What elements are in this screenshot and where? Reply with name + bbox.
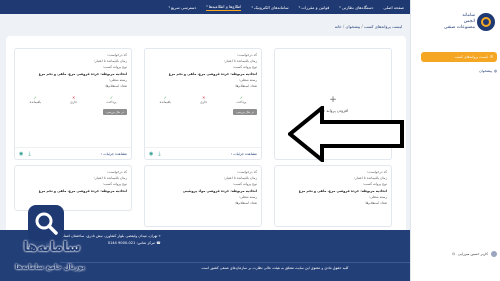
status-button[interactable]: در حال بررسی: [103, 109, 127, 116]
card-actions: ◉ ⤓: [19, 151, 31, 157]
sidebar-item-label: پیشخوان: [479, 69, 492, 73]
eye-icon[interactable]: ◉: [19, 151, 23, 157]
status-remaining: ✓ باقیمانده: [160, 95, 171, 107]
app-frame: ▾ دسترسی سریع ▾ اطلاع‌ها و اطلاعیه‌ها ▾ سام…: [0, 0, 500, 281]
view-details-link[interactable]: ‹ مشاهده جزئیات: [231, 152, 257, 156]
breadcrumb-separator: /: [360, 24, 363, 29]
chevron-down-icon: ▾: [206, 4, 208, 8]
card-body: کد درخواست: زمان باقیمانده تا اعتبار: نو…: [15, 166, 131, 194]
phone-icon: ☎: [154, 241, 161, 245]
card-footer: ◉ ⤓ ‹ مشاهده جزئیات: [145, 147, 261, 159]
chevron-down-icon: ▾: [168, 5, 170, 9]
site-logo[interactable]: سامانه انجمن مصنوعات صنفی: [419, 4, 495, 40]
card-body: کد درخواست: زمان باقیمانده تا اعتبار: نو…: [145, 166, 261, 206]
chevron-down-icon: ▾: [298, 5, 301, 9]
logo-text: سامانه انجمن مصنوعات صنفی: [444, 13, 475, 31]
nav-item-home[interactable]: صفحه اصلی: [383, 5, 404, 10]
license-card: کد درخواست: زمان باقیمانده تا اعتبار: نو…: [274, 165, 392, 227]
breadcrumb-separator: /: [341, 24, 345, 29]
nav-item-label: دستگاه‌های نظارتی: [341, 4, 374, 10]
view-details-link[interactable]: ‹ مشاهده جزئیات: [101, 152, 127, 156]
card-inquiries: تعداد استعلام‌ها:: [234, 84, 257, 89]
license-list-button[interactable]: لیست پروانه‌های کسب ☰: [421, 52, 497, 62]
status-current: ✕ جاری: [200, 95, 207, 107]
status-button[interactable]: در حال بررسی: [233, 109, 257, 116]
nav-item-supervisory[interactable]: ▾ دستگاه‌های نظارتی: [339, 5, 373, 10]
dashboard-icon: ◍: [493, 69, 497, 73]
logo-line: مصنوعات صنفی: [444, 25, 475, 30]
chevron-down-icon: ▾: [251, 5, 253, 9]
view-details-label: مشاهده جزئیات: [233, 151, 257, 156]
nav-item-laws[interactable]: ▾ قوانین و مقررات: [299, 5, 330, 10]
emblem-icon: [477, 13, 495, 31]
license-list-label: لیست پروانه‌های کسب: [454, 55, 488, 59]
download-icon[interactable]: ⤓: [158, 151, 160, 157]
nav-item-electronic-systems[interactable]: ▾ سامانه‌های الکترونیک: [251, 5, 288, 10]
eye-icon[interactable]: ◉: [149, 151, 153, 157]
nav-item-label: قوانین و مقررات: [301, 4, 330, 10]
avatar: [491, 251, 497, 257]
status-label: جاری: [200, 100, 208, 105]
status-remaining: ✓ باقیمانده: [30, 95, 41, 107]
card-inquiries: تعداد استعلام‌ها:: [104, 84, 127, 89]
breadcrumb-root[interactable]: خانه: [335, 24, 342, 29]
chevron-down-icon: ▾: [339, 5, 341, 9]
card-status-row: ✓ باقیمانده ✕ جاری ✓ پرداخت: [145, 95, 261, 107]
card-actions: ◉ ⤓: [149, 151, 161, 157]
status-label: جاری: [70, 100, 78, 105]
license-card: کد درخواست: زمان باقیمانده تا اعتبار: نو…: [144, 48, 262, 160]
breadcrumb: لیست پروانه‌های کسب / پیشخوان / خانه: [335, 24, 402, 29]
card-footer: ◉ ⤓ ‹ مشاهده جزئیات: [15, 147, 131, 159]
nav-item-label: سامانه‌های الکترونیک: [253, 4, 289, 10]
location-icon: ⌖: [157, 234, 161, 238]
card-union-text: اتحادیه مربوطه: خرده فروشی مرغ، ماهی و ت…: [168, 71, 257, 76]
view-details-label: مشاهده جزئیات: [103, 151, 127, 156]
plus-icon: +: [329, 95, 337, 105]
license-card: کد درخواست: زمان باقیمانده تا اعتبار: نو…: [14, 48, 132, 160]
breadcrumb-page: لیست پروانه‌های کسب: [364, 24, 402, 29]
watermark-title: سامانه‌ها: [23, 240, 81, 255]
license-card: کد درخواست: زمان باقیمانده تا اعتبار: نو…: [144, 165, 262, 227]
nav-item-label: صفحه اصلی: [383, 4, 404, 10]
watermark: سامانه‌ها پورتال جامع سامانه‌ها: [0, 205, 100, 281]
nav-item-quick-access[interactable]: ▾ دسترسی سریع: [168, 5, 196, 10]
card-body: کد درخواست: زمان باقیمانده تا اعتبار: نو…: [145, 49, 261, 89]
status-label: باقیمانده: [29, 100, 41, 105]
status-payment: ✓ پرداخت: [236, 95, 246, 107]
status-label: پرداخت: [106, 100, 117, 105]
status-current: ✕ جاری: [70, 95, 77, 107]
footer-phone-text: مرکز تماس: 021-9000 0144: [107, 241, 155, 245]
nav-item-label: دسترسی سریع: [170, 4, 197, 10]
watermark-logo-icon: [28, 205, 64, 241]
card-inquiries: تعداد استعلام‌ها:: [234, 201, 257, 206]
pointer-arrow-icon: [288, 106, 404, 162]
chevron-left-icon: ‹: [100, 151, 103, 156]
chevron-left-icon: ‹: [230, 151, 233, 156]
user-profile[interactable]: ⏻ کاربر حسین میرزایی: [419, 249, 497, 259]
card-union-text: اتحادیه مربوطه: خرده فروشی مرغ، ماهی و ت…: [38, 188, 127, 193]
card-status-row: ✓ باقیمانده ✕ جاری ✓ پرداخت: [15, 95, 131, 107]
card-body: کد درخواست: زمان باقیمانده تا اعتبار: نو…: [15, 49, 131, 89]
card-union-text: اتحادیه مربوطه: خرده فروشی مرغ، ماهی و ت…: [298, 188, 387, 193]
card-body: کد درخواست: زمان باقیمانده تا اعتبار: نو…: [275, 166, 391, 206]
card-inquiries: تعداد استعلام‌ها:: [364, 201, 387, 206]
card-union-text: اتحادیه مربوطه: خرده فروشی مرغ، ماهی و ت…: [38, 71, 127, 76]
user-name: کاربر حسین میرزایی: [458, 252, 488, 256]
top-navigation: ▾ دسترسی سریع ▾ اطلاع‌ها و اطلاعیه‌ها ▾ سام…: [0, 0, 410, 14]
watermark-subtitle: پورتال جامع سامانه‌ها: [15, 263, 85, 271]
download-icon[interactable]: ⤓: [28, 151, 30, 157]
status-label: باقیمانده: [159, 100, 171, 105]
sidebar-item-dashboard[interactable]: پیشخوان ◍: [421, 67, 497, 75]
right-sidebar: سامانه انجمن مصنوعات صنفی لیست پروانه‌ها…: [410, 0, 500, 281]
logout-icon[interactable]: ⏻: [452, 252, 455, 256]
status-payment: ✓ پرداخت: [106, 95, 116, 107]
nav-item-label: اطلاع‌ها و اطلاعیه‌ها: [208, 3, 242, 9]
nav-item-announcements[interactable]: ▾ اطلاع‌ها و اطلاعیه‌ها: [206, 3, 242, 11]
card-union: اتحادیه مربوطه: خرده فروشی مرغ، ماهی و ت…: [19, 188, 127, 194]
list-icon: ☰: [489, 55, 493, 59]
status-label: پرداخت: [236, 100, 247, 105]
breadcrumb-current[interactable]: پیشخوان: [346, 24, 361, 29]
card-union-text: اتحادیه مربوطه: خرده فروشی مواد پروتئینی: [182, 188, 257, 193]
